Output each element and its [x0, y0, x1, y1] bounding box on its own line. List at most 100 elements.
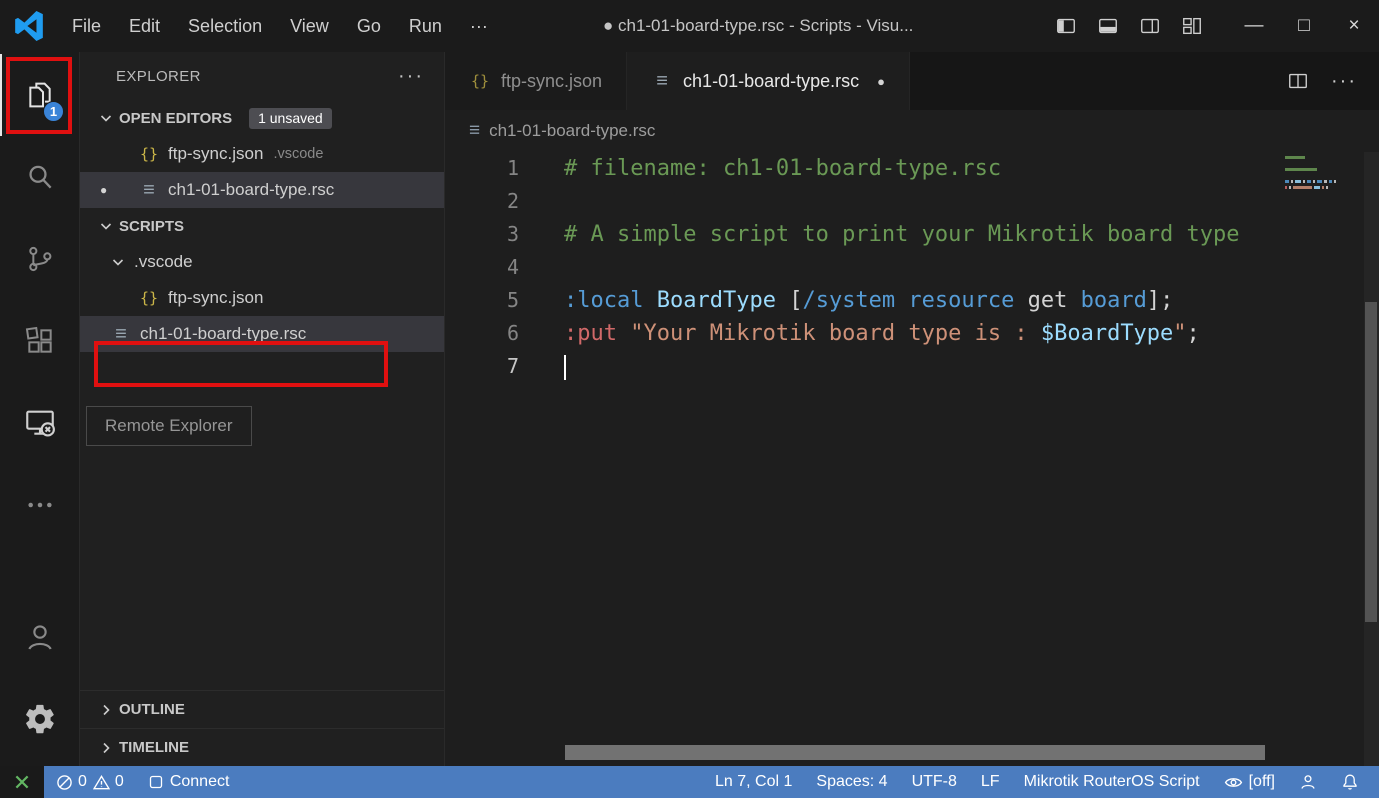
menu-view[interactable]: View [276, 0, 343, 52]
person-icon [1299, 773, 1317, 791]
source-control-icon [24, 243, 56, 275]
open-editors-label: OPEN EDITORS [119, 110, 232, 127]
tree-file-ch1-01-board-type.rsc[interactable]: ≡ch1-01-board-type.rsc [80, 316, 444, 352]
code-editor[interactable]: 1# filename: ch1-01-board-type.rsc23# A … [445, 152, 1379, 766]
file-name: ftp-sync.json [168, 144, 263, 164]
connect-label: Connect [170, 773, 230, 791]
remote-indicator[interactable] [0, 766, 44, 798]
activity-accounts[interactable] [0, 596, 79, 678]
status-problems[interactable]: 0 0 [44, 766, 136, 798]
open-editors-list: {} ftp-sync.json .vscode ●≡ch1-01-board-typ… [80, 136, 444, 208]
status-feedback[interactable] [1287, 766, 1329, 798]
activity-search[interactable] [0, 136, 79, 218]
remote-explorer-icon [23, 406, 57, 440]
vertical-scrollbar-thumb[interactable] [1365, 302, 1377, 622]
minimize-button[interactable]: — [1229, 0, 1279, 52]
titlebar: FileEditSelectionViewGoRun··· ● ch1-01-b… [0, 0, 1379, 52]
editor-actions: ··· [1287, 52, 1379, 110]
status-indentation[interactable]: Spaces: 4 [804, 766, 899, 798]
chevron-down-icon [98, 218, 114, 234]
code-lines: 1# filename: ch1-01-board-type.rsc23# A … [445, 152, 1379, 383]
code-line-7[interactable]: 7 [445, 350, 1379, 383]
code-line-2[interactable]: 2 [445, 185, 1379, 218]
split-editor-icon[interactable] [1287, 70, 1309, 92]
status-bar-right: Ln 7, Col 1 Spaces: 4 UTF-8 LFMikrotik Rout… [703, 766, 1379, 798]
line-number: 2 [445, 185, 519, 218]
code-line-4[interactable]: 4 [445, 251, 1379, 284]
status-label: Spaces: 4 [816, 773, 887, 791]
warning-icon [93, 774, 110, 791]
status-label: UTF-8 [912, 773, 957, 791]
status-cursor-position[interactable]: Ln 7, Col 1 [703, 766, 804, 798]
menu-run[interactable]: Run [395, 0, 456, 52]
toggle-primary-sidebar-icon[interactable] [1055, 15, 1077, 37]
code-line-6[interactable]: 6:put "Your Mikrotik board type is : $Bo… [445, 317, 1379, 350]
script-file-icon: ≡ [110, 323, 132, 346]
status-notifications[interactable] [1329, 766, 1371, 798]
scripts-header[interactable]: SCRIPTS [80, 208, 444, 244]
error-count: 0 [78, 773, 87, 791]
status-label: [off] [1249, 773, 1275, 791]
maximize-button[interactable]: □ [1279, 0, 1329, 52]
tab-ch1-01-board-type.rsc[interactable]: ≡ch1-01-board-type.rsc● [627, 52, 910, 110]
remote-explorer-tooltip: Remote Explorer [86, 406, 252, 446]
vscode-logo-icon [0, 0, 58, 52]
timeline-label: TIMELINE [119, 739, 189, 756]
activity-explorer[interactable]: 1 [0, 54, 79, 136]
chevron-down-icon [98, 110, 114, 126]
activity-more-actions[interactable] [0, 464, 79, 546]
status-screencast-mode[interactable]: [off] [1212, 766, 1287, 798]
explorer-more-actions[interactable]: ··· [398, 65, 424, 88]
activity-source-control[interactable] [0, 218, 79, 300]
menu-go[interactable]: Go [343, 0, 395, 52]
status-language-mode[interactable]: Mikrotik RouterOS Script [1012, 766, 1212, 798]
open-editors-header[interactable]: OPEN EDITORS 1 unsaved [80, 100, 444, 136]
file-name: ftp-sync.json [168, 288, 263, 308]
menu-file[interactable]: File [58, 0, 115, 52]
file-detail: .vscode [273, 146, 323, 162]
bell-icon [1341, 773, 1359, 791]
breadcrumbs[interactable]: ≡ ch1-01-board-type.rsc [445, 110, 1379, 152]
status-encoding[interactable]: UTF-8 [900, 766, 969, 798]
error-icon [56, 774, 73, 791]
editor-more-actions-icon[interactable]: ··· [1331, 70, 1357, 93]
timeline-header[interactable]: TIMELINE [80, 728, 444, 766]
outline-header[interactable]: OUTLINE [80, 690, 444, 728]
menu-more[interactable]: ··· [456, 0, 502, 52]
json-file-icon: {} [138, 145, 160, 163]
toggle-panel-icon[interactable] [1097, 15, 1119, 37]
warning-count: 0 [115, 773, 124, 791]
code-text: :local BoardType [/system resource get b… [564, 284, 1173, 317]
folder-.vscode[interactable]: .vscode [80, 244, 444, 280]
tree-file-ftp-sync.json[interactable]: {}ftp-sync.json [80, 280, 444, 316]
activity-extensions[interactable] [0, 300, 79, 382]
scripts-label: SCRIPTS [119, 218, 184, 235]
menu-edit[interactable]: Edit [115, 0, 174, 52]
open-editor-ftp-sync.json[interactable]: {} ftp-sync.json .vscode [80, 136, 444, 172]
search-icon [24, 161, 56, 193]
horizontal-scrollbar-thumb[interactable] [565, 745, 1265, 760]
code-line-5[interactable]: 5:local BoardType [/system resource get … [445, 284, 1379, 317]
customize-layout-icon[interactable] [1181, 15, 1203, 37]
sidebar-bottom-sections: OUTLINE TIMELINE [80, 690, 444, 766]
code-line-1[interactable]: 1# filename: ch1-01-board-type.rsc [445, 152, 1379, 185]
script-file-icon: ≡ [651, 70, 673, 93]
outline-label: OUTLINE [119, 701, 185, 718]
code-line-3[interactable]: 3# A simple script to print your Mikroti… [445, 218, 1379, 251]
tab-ftp-sync.json[interactable]: {}ftp-sync.json [445, 52, 627, 110]
toggle-secondary-sidebar-icon[interactable] [1139, 15, 1161, 37]
file-icon: ≡ [469, 120, 480, 142]
activity-settings[interactable] [0, 678, 79, 760]
gear-icon [23, 702, 57, 736]
account-icon [23, 620, 57, 654]
status-bar-left: 0 0 Connect [0, 766, 241, 798]
open-editor-ch1-01-board-type.rsc[interactable]: ●≡ch1-01-board-type.rsc [80, 172, 444, 208]
minimap[interactable] [1285, 156, 1355, 198]
close-button[interactable]: × [1329, 0, 1379, 52]
activity-remote-explorer[interactable] [0, 382, 79, 464]
json-file-icon: {} [469, 72, 491, 90]
status-connect[interactable]: Connect [136, 766, 242, 798]
extensions-icon [24, 325, 56, 357]
menu-selection[interactable]: Selection [174, 0, 276, 52]
status-end-of-line[interactable]: LF [969, 766, 1012, 798]
